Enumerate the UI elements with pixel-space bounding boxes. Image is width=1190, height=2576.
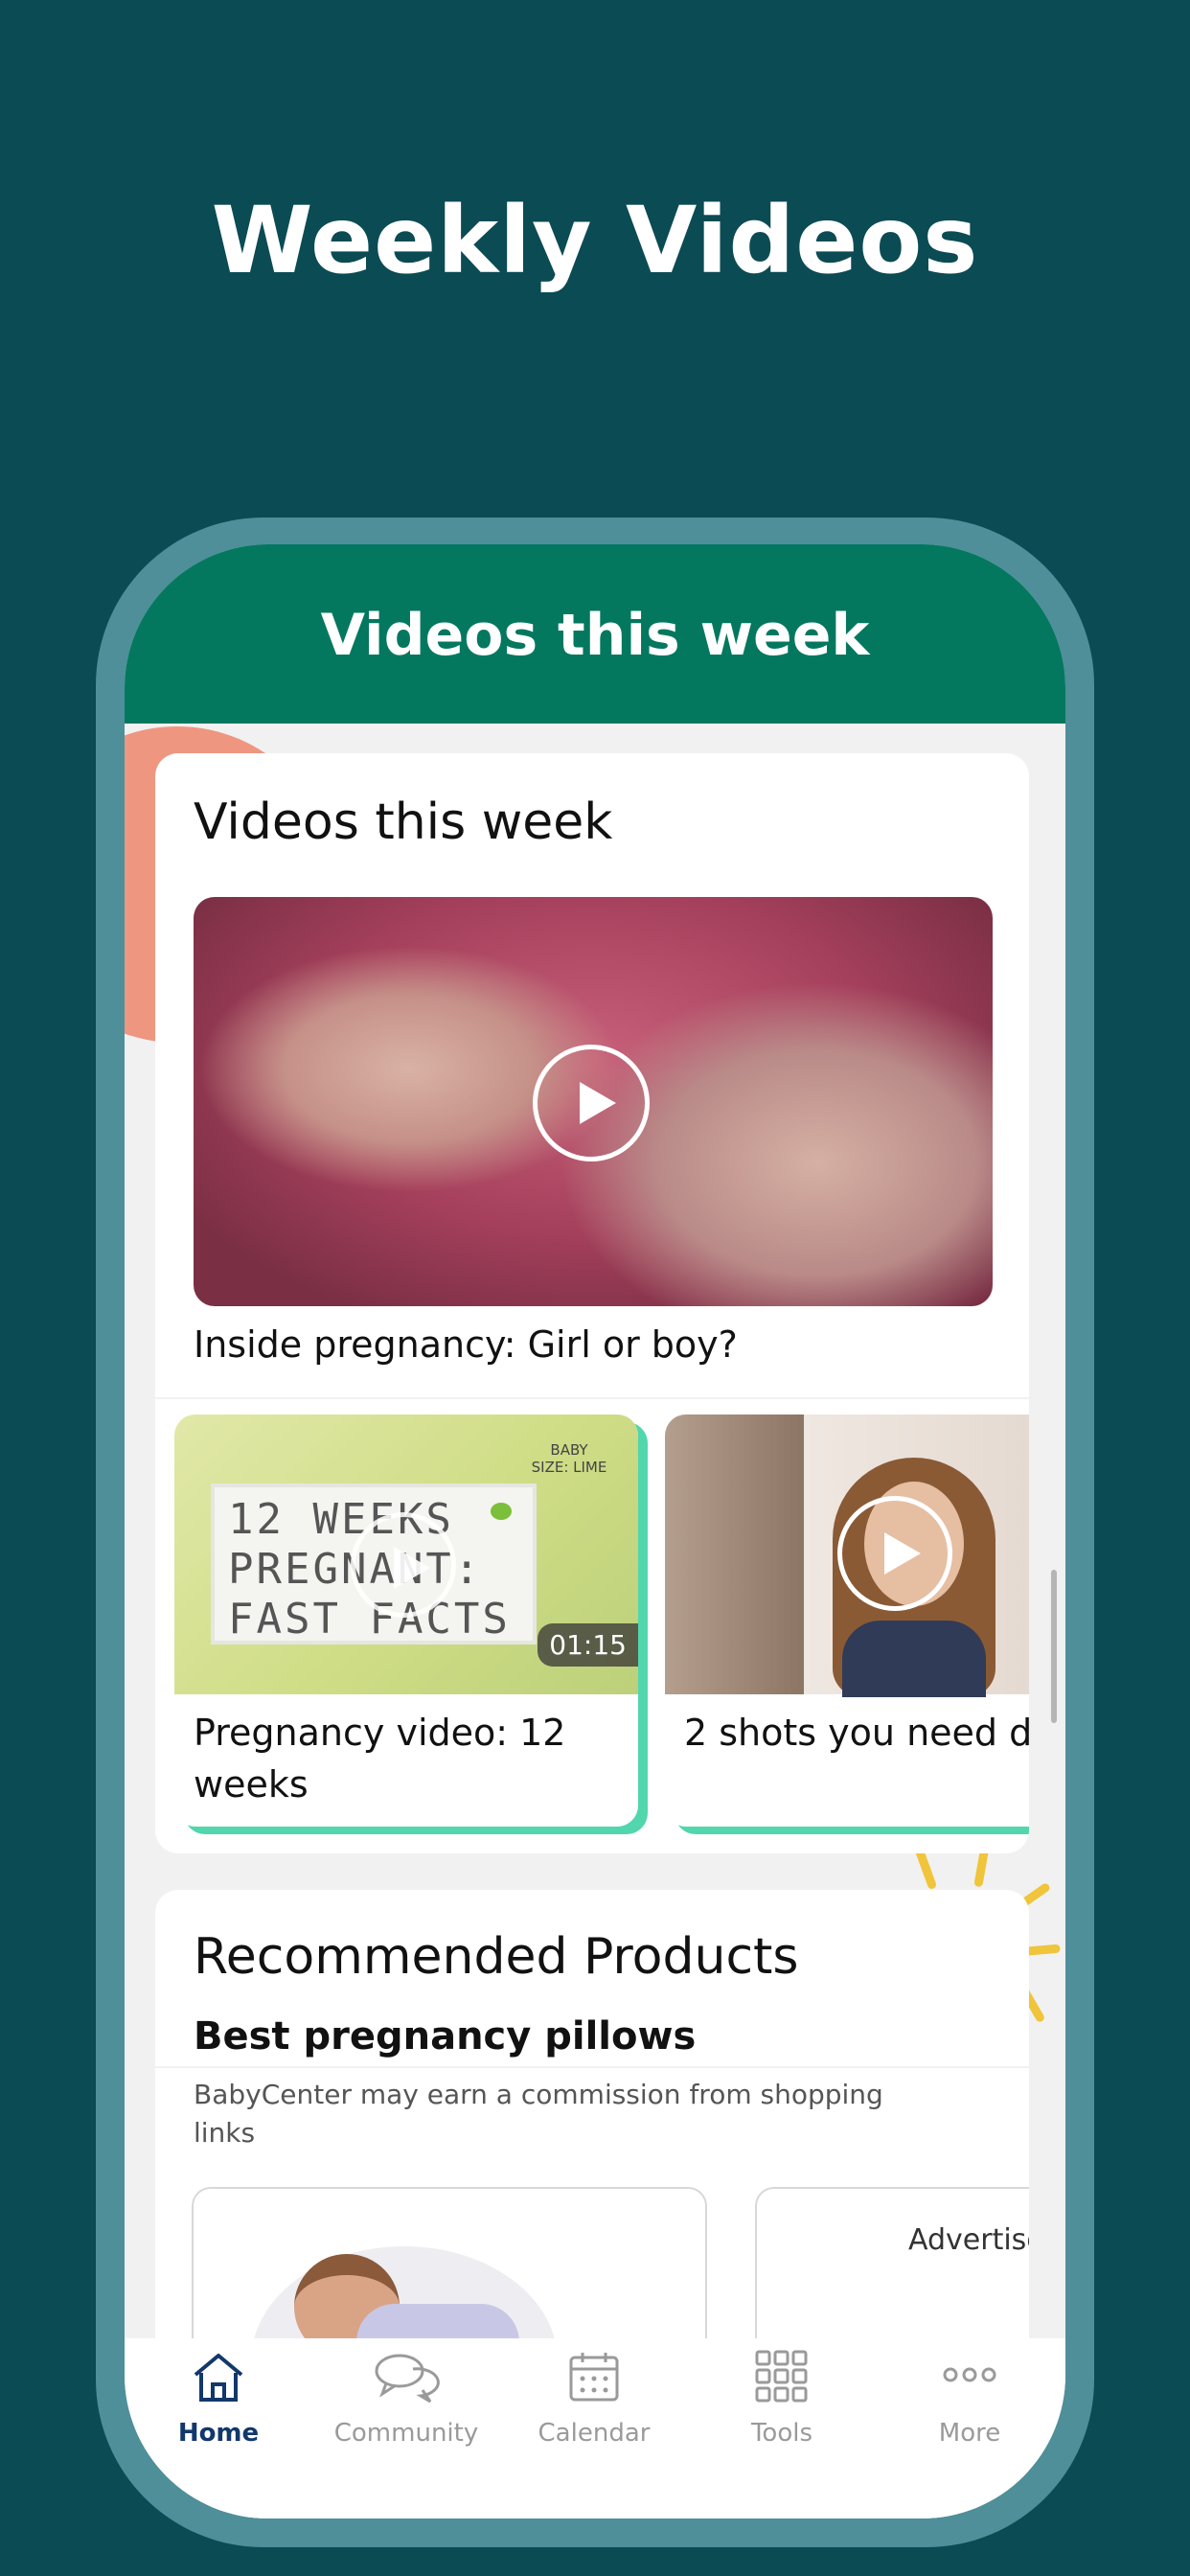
tab-label: Home xyxy=(177,2419,260,2448)
promo-title: Weekly Videos xyxy=(211,187,979,294)
video-title[interactable]: 2 shots you need during pregnancy xyxy=(684,1707,1029,1759)
tab-label: Calendar xyxy=(538,2419,651,2448)
bottom-tab-bar: Home Community Calendar Tools More xyxy=(125,2338,1065,2518)
videos-section-heading: Videos this week xyxy=(194,794,613,851)
products-subheading[interactable]: Best pregnancy pillows xyxy=(194,2014,696,2058)
home-icon xyxy=(194,2354,243,2402)
calendar-icon xyxy=(569,2353,619,2402)
play-icon[interactable] xyxy=(837,1496,952,1611)
tab-tools[interactable]: Tools xyxy=(688,2338,876,2518)
tab-label: Tools xyxy=(750,2419,813,2448)
play-icon[interactable] xyxy=(351,1512,456,1618)
featured-video-thumbnail[interactable] xyxy=(194,897,993,1306)
video-title[interactable]: Pregnancy video: 12 weeks xyxy=(194,1707,615,1810)
lime-icon xyxy=(491,1503,512,1520)
divider xyxy=(155,1397,1029,1399)
tab-label: More xyxy=(938,2419,1001,2448)
tab-home[interactable]: Home xyxy=(125,2338,312,2518)
presenter-body xyxy=(842,1621,986,1697)
divider xyxy=(155,2066,1029,2068)
video-thumbnail xyxy=(665,1414,1029,1697)
products-section-heading: Recommended Products xyxy=(194,1928,799,1986)
grid-icon xyxy=(755,2350,808,2403)
more-dots-icon xyxy=(943,2367,996,2382)
tab-community[interactable]: Community xyxy=(312,2338,500,2518)
featured-video-title[interactable]: Inside pregnancy: Girl or boy? xyxy=(194,1323,738,1366)
tab-more[interactable]: More xyxy=(876,2338,1064,2518)
tab-calendar[interactable]: Calendar xyxy=(500,2338,688,2518)
videos-card: Videos this week Inside pregnancy: Girl … xyxy=(155,753,1029,1853)
play-icon[interactable] xyxy=(533,1045,650,1162)
app-header: Videos this week xyxy=(125,544,1065,724)
header-title: Videos this week xyxy=(320,602,870,669)
tab-label: Community xyxy=(333,2419,479,2448)
scrollbar[interactable] xyxy=(1051,1570,1057,1723)
video-thumbnail: 12 WEEKS PREGNANT: FAST FACTS BABY SIZE:… xyxy=(174,1414,638,1694)
video-card-12-weeks[interactable]: 12 WEEKS PREGNANT: FAST FACTS BABY SIZE:… xyxy=(174,1414,638,1827)
video-duration-badge: 01:15 xyxy=(538,1623,638,1667)
advertisement-label: Advertise xyxy=(908,2223,1029,2257)
baby-size-note: BABY SIZE: LIME xyxy=(531,1441,607,1476)
commission-disclaimer: BabyCenter may earn a commission from sh… xyxy=(194,2079,883,2149)
chat-bubbles-icon xyxy=(375,2354,440,2404)
app-screen: Videos this week Videos this week Inside… xyxy=(125,544,1065,2518)
video-card-2-shots[interactable]: 2 shots you need during pregnancy xyxy=(665,1414,1029,1827)
